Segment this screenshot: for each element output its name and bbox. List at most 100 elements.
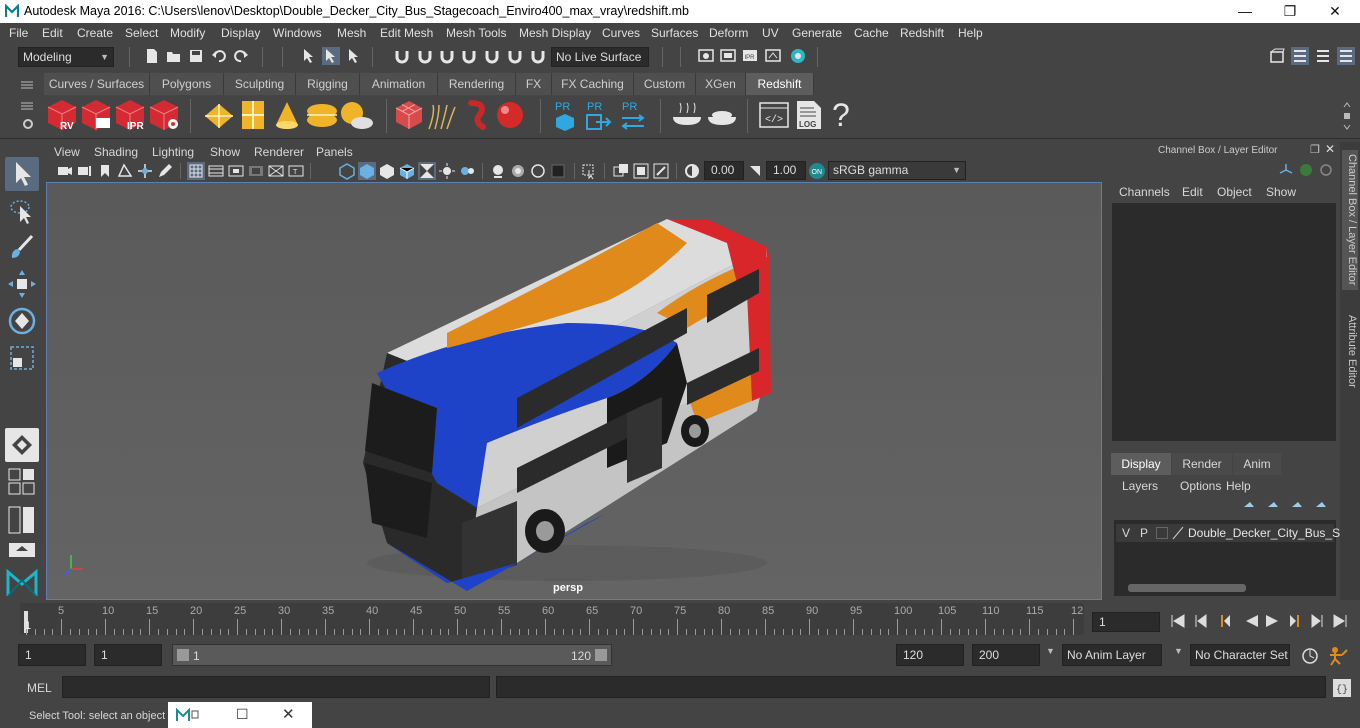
exposure-icon[interactable] xyxy=(683,162,701,180)
shelf-tab-fx-caching[interactable]: FX Caching xyxy=(552,73,634,95)
tab-anim[interactable]: Anim xyxy=(1233,453,1281,475)
wireframe-on-shaded-icon[interactable] xyxy=(378,162,396,180)
redshift-ipr-icon[interactable]: IPR xyxy=(114,98,148,132)
redshift-bake-icon[interactable] xyxy=(670,101,704,129)
tab-display[interactable]: Display xyxy=(1111,453,1171,475)
select-component-icon[interactable] xyxy=(345,47,363,65)
select-hierarchy-icon[interactable] xyxy=(300,47,318,65)
minimize-button[interactable]: — xyxy=(1222,0,1268,23)
menu-surfaces[interactable]: Surfaces xyxy=(651,26,698,40)
menu-display[interactable]: Display xyxy=(221,26,260,40)
layout-four-view-icon[interactable] xyxy=(8,468,36,496)
menu-mesh-display[interactable]: Mesh Display xyxy=(519,26,591,40)
2d-pan-zoom-icon[interactable] xyxy=(136,162,154,180)
gamma-field[interactable]: 1.00 xyxy=(766,161,806,180)
shelf-scroll-icon[interactable] xyxy=(1342,99,1352,133)
snap-curve-icon[interactable] xyxy=(416,47,434,65)
panel-menu-panels[interactable]: Panels xyxy=(316,145,353,159)
animation-end-field[interactable]: 200 xyxy=(972,644,1040,666)
panel-menu-shading[interactable]: Shading xyxy=(94,145,138,159)
auto-key-icon[interactable] xyxy=(1300,646,1320,666)
redshift-render-settings-icon[interactable] xyxy=(148,98,182,132)
safe-action-icon[interactable]: T xyxy=(287,162,305,180)
tab-render[interactable]: Render xyxy=(1172,453,1232,475)
image-plane-icon[interactable] xyxy=(116,162,134,180)
grease-pencil-icon[interactable] xyxy=(156,162,174,180)
xray-active-components-icon[interactable] xyxy=(632,162,650,180)
redshift-pr-swap-icon[interactable]: PR xyxy=(619,99,647,131)
redshift-portal-light-icon[interactable] xyxy=(240,99,266,131)
field-chart-icon[interactable] xyxy=(267,162,285,180)
xray-icon[interactable] xyxy=(580,162,598,180)
axis-manipulator-icon[interactable] xyxy=(1278,162,1294,178)
channel-list[interactable] xyxy=(1112,203,1336,441)
redshift-dome-light-icon[interactable] xyxy=(305,101,339,129)
anim-layer-chevron-icon[interactable]: ▼ xyxy=(1046,646,1055,656)
layer-visibility-icon[interactable] xyxy=(1298,162,1314,178)
anim-layer-dropdown[interactable]: No Anim Layer xyxy=(1062,644,1162,666)
close-button[interactable]: ✕ xyxy=(1312,0,1358,23)
animation-preferences-icon[interactable] xyxy=(1328,646,1350,666)
layer-create-icons[interactable] xyxy=(1238,499,1334,513)
layer-visible-toggle[interactable]: V xyxy=(1122,526,1130,540)
use-all-lights-icon[interactable] xyxy=(418,162,436,180)
mel-label[interactable]: MEL xyxy=(27,681,52,695)
screen-space-ao-icon[interactable] xyxy=(458,162,476,180)
script-editor-icon[interactable]: {} xyxy=(1332,678,1352,698)
smooth-shade-icon[interactable] xyxy=(358,162,376,180)
modeling-toolkit-icon[interactable] xyxy=(1268,47,1286,65)
shelf-tab-polygons[interactable]: Polygons xyxy=(150,73,224,95)
snap-point-icon[interactable] xyxy=(438,47,456,65)
current-frame-field[interactable]: 1 xyxy=(1092,612,1160,632)
panel-menu-view[interactable]: View xyxy=(54,145,80,159)
save-scene-icon[interactable] xyxy=(187,47,205,65)
layer-settings-icon[interactable] xyxy=(1318,162,1334,178)
channel-box-toggle-icon[interactable] xyxy=(1337,47,1355,65)
redshift-proxy-icon[interactable] xyxy=(394,99,424,131)
range-slider[interactable]: 1 120 xyxy=(172,644,612,666)
open-scene-icon[interactable] xyxy=(165,47,183,65)
redshift-pr-object-icon[interactable]: PR xyxy=(552,99,578,131)
timeline-ruler[interactable]: 5 10 15 20 25 30 35 40 45 50 55 60 65 70… xyxy=(20,603,1084,635)
menu-create[interactable]: Create xyxy=(77,26,113,40)
paint-select-tool[interactable] xyxy=(5,230,39,264)
isolate-select-icon[interactable] xyxy=(549,162,567,180)
menu-windows[interactable]: Windows xyxy=(273,26,322,40)
new-scene-icon[interactable] xyxy=(143,47,161,65)
side-tab-attribute-editor[interactable]: Attribute Editor xyxy=(1342,308,1358,394)
redshift-volume-icon[interactable] xyxy=(463,99,493,131)
go-to-start-icon[interactable] xyxy=(1171,614,1185,628)
panel-float-icon[interactable]: ❐ xyxy=(1310,143,1320,156)
channels-menu[interactable]: Channels xyxy=(1119,185,1170,199)
color-management-icon[interactable]: ON xyxy=(808,162,826,180)
redshift-material-sphere-icon[interactable] xyxy=(494,99,526,131)
menu-help[interactable]: Help xyxy=(958,26,983,40)
live-surface-field[interactable]: No Live Surface xyxy=(551,47,649,67)
shelf-tab-rigging[interactable]: Rigging xyxy=(296,73,360,95)
shelf-tab-fx[interactable]: FX xyxy=(516,73,552,95)
menu-uv[interactable]: UV xyxy=(762,26,779,40)
shelf-settings-gear-icon[interactable] xyxy=(21,117,35,131)
snap-view-plane-icon[interactable] xyxy=(460,47,478,65)
depth-of-field-icon[interactable] xyxy=(529,162,547,180)
maya-home-icon[interactable] xyxy=(5,566,39,598)
motion-blur-icon[interactable] xyxy=(489,162,507,180)
restore-window-icon[interactable]: ☐ xyxy=(236,706,249,723)
layer-row[interactable]: V P Double_Decker_City_Bus_Sta xyxy=(1116,524,1350,542)
magnet-icon[interactable] xyxy=(529,47,547,65)
step-back-frame-icon[interactable] xyxy=(1221,615,1230,627)
layer-scrollbar[interactable] xyxy=(1128,584,1246,592)
tool-settings-toggle-icon[interactable] xyxy=(1314,47,1332,65)
help-icon[interactable]: ? xyxy=(832,97,850,134)
layout-side-by-side-icon[interactable] xyxy=(8,506,36,534)
ipr-render-icon[interactable]: IPR xyxy=(741,47,759,65)
maya-window-icon[interactable] xyxy=(176,708,200,722)
channel-show-menu[interactable]: Show xyxy=(1266,185,1296,199)
gate-mask-icon[interactable] xyxy=(247,162,265,180)
close-window-icon[interactable]: ✕ xyxy=(282,705,295,723)
playback-start-field[interactable]: 1 xyxy=(94,644,162,666)
redshift-hair-icon[interactable] xyxy=(425,101,461,131)
menu-mesh-tools[interactable]: Mesh Tools xyxy=(446,26,506,40)
panel-menu-renderer[interactable]: Renderer xyxy=(254,145,304,159)
command-input[interactable] xyxy=(62,676,490,698)
